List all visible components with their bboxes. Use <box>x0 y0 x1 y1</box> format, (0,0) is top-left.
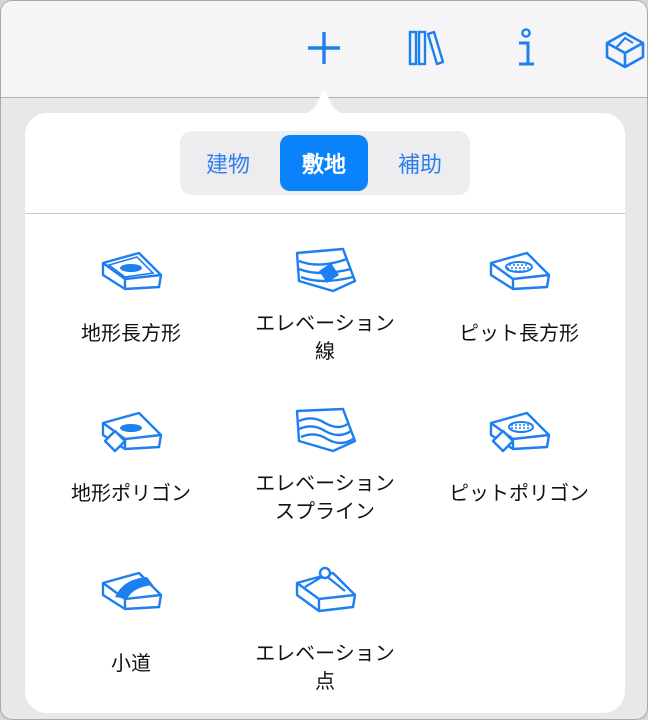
tool-label: 地形長方形 <box>81 321 181 345</box>
elevation-line-icon <box>295 247 357 293</box>
tool-label-line2: 点 <box>315 669 335 693</box>
model-button[interactable] <box>599 23 647 73</box>
segment-auxiliary[interactable]: 補助 <box>376 135 464 191</box>
tool-label: ピットポリゴン <box>449 481 589 505</box>
terrain-rectangle-icon <box>101 251 163 291</box>
segment-building[interactable]: 建物 <box>184 135 272 191</box>
tool-label-line1: エレベーション <box>255 641 395 665</box>
tool-popover: 建物 敷地 補助 地形長方形 エレベーション 線 ピット長方形 地形ポリゴン エ… <box>25 113 625 713</box>
library-button[interactable] <box>401 23 451 73</box>
terrain-polygon-icon <box>101 411 163 453</box>
tool-terrain-polygon[interactable]: 地形ポリゴン <box>31 411 231 561</box>
divider <box>25 213 625 214</box>
add-button[interactable] <box>299 23 349 73</box>
tool-pit-polygon[interactable]: ピットポリゴン <box>419 411 619 561</box>
books-icon <box>408 30 445 66</box>
pit-rectangle-icon <box>489 251 551 291</box>
segment-site[interactable]: 敷地 <box>280 135 368 191</box>
tool-elevation-point[interactable]: エレベーション 点 <box>225 565 425 715</box>
tool-pit-rectangle[interactable]: ピット長方形 <box>419 251 619 401</box>
app-window: 建物 敷地 補助 地形長方形 エレベーション 線 ピット長方形 地形ポリゴン エ… <box>0 0 648 720</box>
tool-label-line1: エレベーション <box>255 471 395 495</box>
info-button[interactable] <box>500 23 550 73</box>
elevation-spline-icon <box>295 407 357 453</box>
info-icon <box>519 28 534 66</box>
tool-label-line2: スプライン <box>275 499 375 523</box>
popover-arrow <box>298 89 350 115</box>
pit-polygon-icon <box>489 411 551 453</box>
elevation-point-icon <box>295 566 357 613</box>
tool-label-line1: エレベーション <box>255 311 395 335</box>
category-segmented-control: 建物 敷地 補助 <box>180 131 470 195</box>
tool-label: 地形ポリゴン <box>71 481 191 505</box>
tool-elevation-spline[interactable]: エレベーション スプライン <box>225 407 425 557</box>
plus-icon <box>308 32 340 64</box>
tool-path[interactable]: 小道 <box>31 571 231 719</box>
tool-elevation-line[interactable]: エレベーション 線 <box>225 247 425 397</box>
house-box-icon <box>605 31 645 69</box>
tool-terrain-rectangle[interactable]: 地形長方形 <box>31 251 231 401</box>
tool-label: ピット長方形 <box>459 321 579 345</box>
tool-label: 小道 <box>111 651 151 675</box>
toolbar <box>1 1 647 98</box>
tool-label-line2: 線 <box>315 339 335 363</box>
path-icon <box>101 571 163 611</box>
